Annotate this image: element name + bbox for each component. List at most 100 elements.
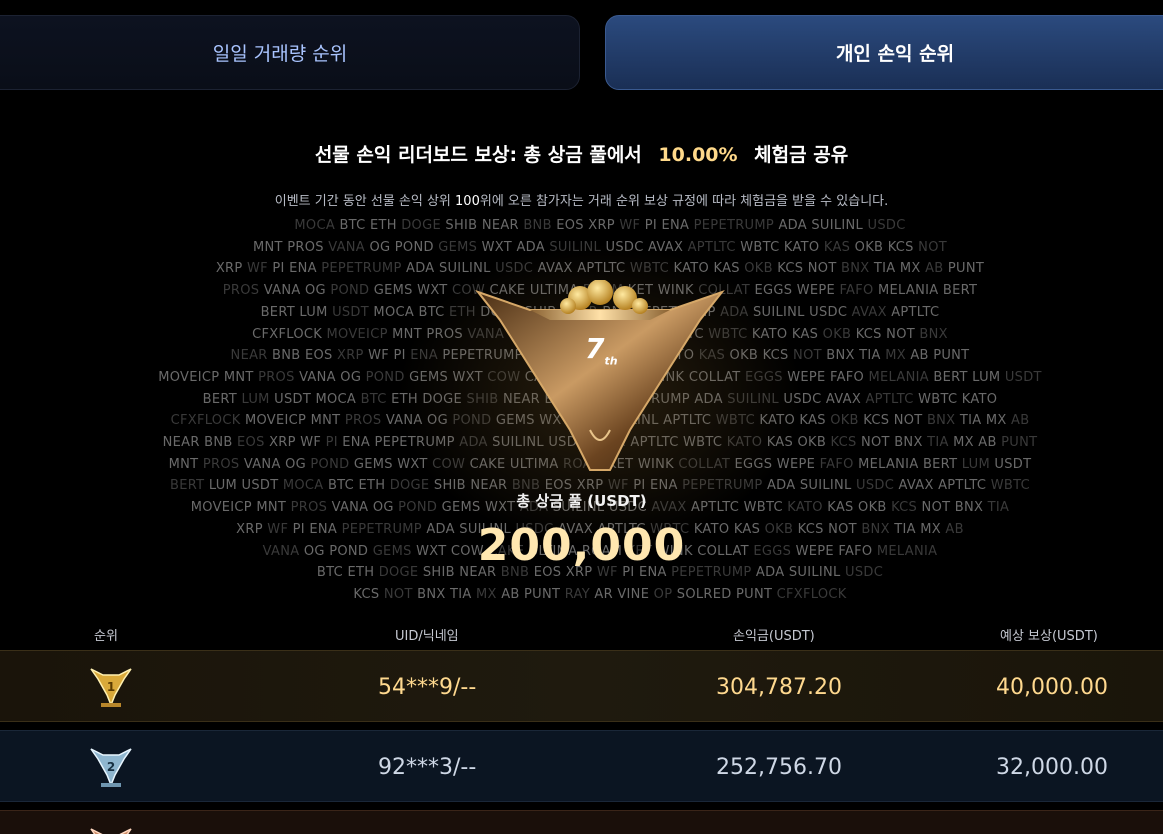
ticker-symbol: MX <box>899 261 926 277</box>
header-pnl: 손익금(USDT) <box>733 629 815 644</box>
tab-personal-pnl-ranking[interactable]: 개인 손익 순위 <box>605 15 1163 90</box>
row-reward: 40,000.00 <box>996 675 1108 700</box>
ticker-symbol: XRP <box>336 348 369 364</box>
ticker-symbol: APTLTC <box>891 304 940 320</box>
ticker-symbol: USDT <box>994 456 1032 472</box>
ticker-symbol: BNX <box>919 326 948 342</box>
ticker-symbol: ENA <box>342 435 375 450</box>
ticker-symbol: WF <box>300 435 326 450</box>
ticker-symbol: KCS <box>830 435 861 450</box>
header-uid: UID/닉네임 <box>395 629 459 644</box>
ranking-table-header: 순위 UID/닉네임 손익금(USDT) 예상 보상(USDT) <box>0 622 1163 646</box>
gold-trophy-icon: 1 <box>90 668 132 708</box>
ticker-symbol: MX <box>985 413 1011 429</box>
ticker-row: KCS NOT BNX TIA MX AB PUNT RAY AR VINE O… <box>60 587 1140 602</box>
ticker-symbol: AB <box>910 348 934 364</box>
ticker-symbol: KCS <box>887 239 919 255</box>
ticker-symbol: BERT <box>260 304 300 320</box>
ticker-symbol: BNX <box>894 435 928 450</box>
ticker-symbol: MNT <box>253 239 288 255</box>
ticker-symbol: OP <box>653 586 677 602</box>
ticker-symbol: TIA <box>927 435 954 450</box>
ticker-symbol: KATO <box>961 391 998 407</box>
ticker-symbol: AR <box>594 586 618 602</box>
table-row: 1 54***9/-- 304,787.20 40,000.00 <box>0 650 1163 722</box>
ticker-symbol: VANA <box>243 456 286 472</box>
ticker-symbol: BERT <box>942 283 978 299</box>
ticker-symbol: APTLTC <box>865 391 919 407</box>
ticker-symbol: AB <box>1011 413 1030 429</box>
ticker-symbol: FAFO <box>829 369 869 385</box>
ticker-symbol: XRP <box>215 261 247 277</box>
ticker-symbol: LUM <box>961 456 995 472</box>
trophy-rank-number: 7 <box>585 332 605 365</box>
ticker-symbol: PROS <box>222 283 264 299</box>
ticker-symbol: MNT <box>168 456 203 472</box>
ticker-symbol: AB <box>501 586 525 602</box>
ticker-symbol: OG <box>304 283 331 299</box>
ticker-symbol: OKB <box>830 413 864 429</box>
row-pnl: 304,787.20 <box>716 675 842 700</box>
ticker-symbol: EOS <box>304 348 337 364</box>
header-rank: 순위 <box>94 629 118 644</box>
header-reward: 예상 보상(USDT) <box>1000 629 1098 644</box>
ticker-symbol: BERT <box>202 391 242 407</box>
ticker-symbol: LUM <box>972 369 1005 385</box>
ticker-symbol: FAFO <box>819 456 859 472</box>
silver-trophy-icon: 2 <box>90 748 132 788</box>
ticker-symbol: ENA <box>289 261 322 277</box>
ticker-symbol: MELANIA <box>868 369 934 385</box>
medal-rank-number: 2 <box>107 760 115 774</box>
ticker-symbol: NEAR <box>162 435 205 450</box>
ticker-symbol: VANA <box>328 239 370 255</box>
ticker-symbol: OKB <box>822 326 856 342</box>
ticker-symbol: KCS <box>863 413 894 429</box>
row-pnl: 252,756.70 <box>716 755 842 780</box>
prize-pool-label: 총 상금 풀 (USDT) <box>516 492 647 510</box>
row-uid: 92***3/-- <box>378 755 477 780</box>
ticker-symbol: MOCA <box>315 391 361 407</box>
ticker-symbol: MX <box>953 435 979 450</box>
ticker-symbol: BNB <box>204 435 238 450</box>
ticker-symbol: BERT <box>933 369 973 385</box>
ticker-symbol: MNT <box>223 369 259 385</box>
ticker-symbol: MX <box>476 586 502 602</box>
ticker-symbol: USDT <box>274 391 316 407</box>
ticker-symbol: PUNT <box>524 586 565 602</box>
row-reward: 32,000.00 <box>996 755 1108 780</box>
ticker-symbol: NOT <box>860 435 895 450</box>
ticker-symbol: LUM <box>241 391 275 407</box>
ticker-symbol: PROS <box>202 456 244 472</box>
tab-daily-volume-ranking[interactable]: 일일 거래량 순위 <box>0 15 580 90</box>
ticker-symbol: KAS <box>823 239 855 255</box>
event-description: 이벤트 기간 동안 선물 손익 상위 100위에 오른 참가자는 거래 순위 보… <box>0 190 1163 209</box>
ticker-symbol: WF <box>246 261 273 277</box>
ticker-symbol: NOT <box>918 239 947 255</box>
ticker-symbol: BNB <box>272 348 305 364</box>
ticker-symbol: VANA <box>263 283 305 299</box>
ticker-symbol: PUNT <box>947 261 985 277</box>
ticker-symbol: PUNT <box>1001 435 1038 450</box>
trophy-icon <box>475 280 725 471</box>
ticker-symbol: USDT <box>332 304 374 320</box>
ticker-symbol: BERT <box>922 456 962 472</box>
ticker-symbol: POND <box>330 283 374 299</box>
ticker-symbol: MX <box>885 348 911 364</box>
ticker-symbol: LUM <box>299 304 333 320</box>
ticker-symbol: TIA <box>873 261 900 277</box>
ticker-symbol: BTC <box>339 218 370 233</box>
ticker-symbol: MELANIA <box>858 456 923 472</box>
table-row <box>0 810 1163 834</box>
prize-pool-value: 200,000 <box>477 520 686 571</box>
reward-headline: 선물 손익 리더보드 보상: 총 상금 풀에서 10.00% 체험금 공유 <box>0 140 1163 167</box>
row-uid: 54***9/-- <box>378 675 477 700</box>
ticker-symbol: NOT <box>893 413 927 429</box>
medal-rank-number: 1 <box>107 680 115 694</box>
ticker-symbol: SOLRED <box>676 586 736 602</box>
table-row: 2 92***3/-- 252,756.70 32,000.00 <box>0 730 1163 802</box>
ticker-symbol: WBTC <box>918 391 962 407</box>
ticker-symbol: BNX <box>417 586 451 602</box>
ticker-symbol: POND <box>310 456 354 472</box>
ticker-symbol: USDT <box>1004 369 1042 385</box>
ticker-symbol: NEAR <box>230 348 273 364</box>
